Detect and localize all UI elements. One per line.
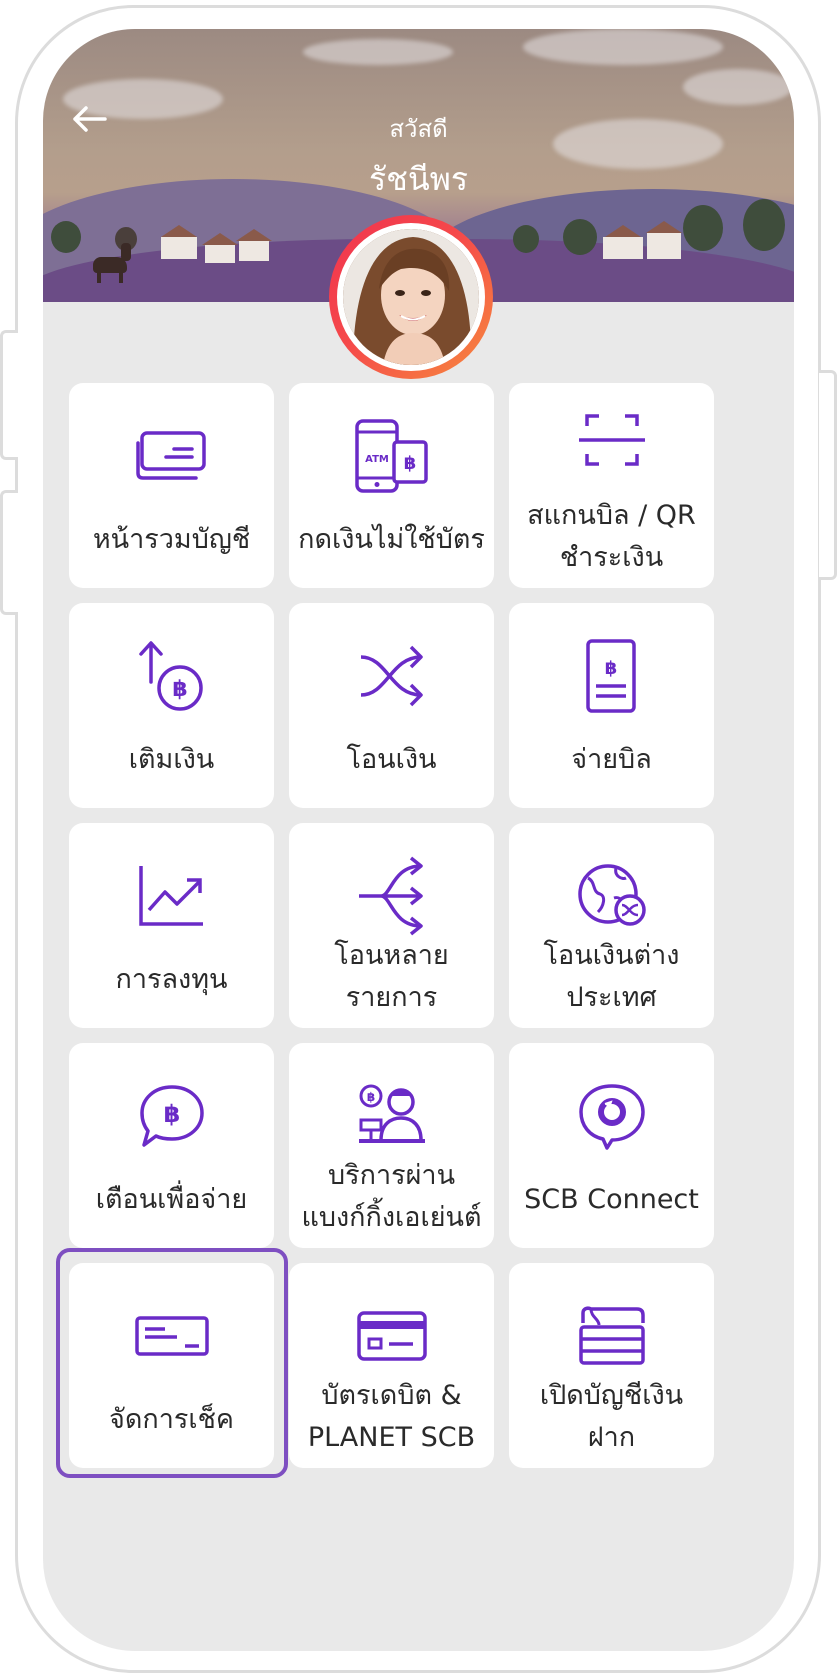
- investment-chart-icon: [138, 866, 203, 926]
- volume-up-button: [0, 330, 18, 460]
- menu-label: โอนเงินต่าง ประเทศ: [543, 940, 680, 1013]
- menu-label: กดเงินไม่ใช้บัตร: [298, 524, 485, 555]
- menu-label: เตือนเพื่อจ่าย: [95, 1184, 248, 1215]
- debit-card-icon: [356, 1311, 427, 1361]
- volume-down-button: [0, 490, 18, 615]
- menu-label: บัตรเดบิต & PLANET SCB: [307, 1380, 476, 1453]
- menu-label: เติมเงิน: [128, 744, 215, 775]
- svg-text:฿: ฿: [172, 677, 187, 702]
- top-up-icon: ฿: [138, 641, 203, 711]
- transfer-icon: [360, 645, 423, 707]
- menu-international-transfer[interactable]: โอนเงินต่าง ประเทศ: [509, 823, 714, 1028]
- menu-scan-bill-qr[interactable]: สแกนบิล / QR ชำระเงิน: [509, 383, 714, 588]
- power-button: [819, 370, 837, 580]
- greeting-text: สวัสดี: [389, 115, 448, 143]
- scan-icon: [578, 414, 645, 466]
- cards-icon: [135, 431, 206, 480]
- svg-text:฿: ฿: [163, 1100, 180, 1128]
- menu-label: โอนเงิน: [346, 744, 437, 775]
- atm-phone-icon: ATM ฿: [354, 419, 428, 493]
- menu-label: บริการผ่าน แบงก์กิ้งเอเย่นต์: [301, 1160, 482, 1233]
- menu-open-deposit-account[interactable]: เปิดบัญชีเงิน ฝาก: [509, 1263, 714, 1468]
- menu-label: สแกนบิล / QR ชำระเงิน: [527, 500, 696, 573]
- bill-icon: ฿: [585, 639, 636, 713]
- multi-transfer-icon: [358, 856, 423, 936]
- menu-multi-transfer[interactable]: โอนหลาย รายการ: [289, 823, 494, 1028]
- menu-cardless-withdrawal[interactable]: ATM ฿ กดเงินไม่ใช้บัตร: [289, 383, 494, 588]
- svg-text:ATM: ATM: [365, 454, 389, 465]
- menu-label: จ่ายบิล: [571, 744, 652, 775]
- menu-investment[interactable]: การลงทุน: [69, 823, 274, 1028]
- menu-label: SCB Connect: [524, 1184, 699, 1215]
- user-name: รัชนีพร: [368, 160, 469, 198]
- menu-debit-card-planet-scb[interactable]: บัตรเดบิต & PLANET SCB: [289, 1263, 494, 1468]
- svg-text:฿: ฿: [604, 658, 617, 679]
- menu-scb-connect[interactable]: SCB Connect: [509, 1043, 714, 1248]
- menu-label: โอนหลาย รายการ: [334, 940, 449, 1013]
- selection-highlight: [56, 1248, 288, 1478]
- menu-label: เปิดบัญชีเงิน ฝาก: [539, 1380, 684, 1453]
- svg-text:฿: ฿: [366, 1090, 374, 1104]
- banking-agent-icon: ฿: [358, 1084, 425, 1143]
- svg-text:฿: ฿: [403, 453, 416, 474]
- menu-banking-agent[interactable]: ฿ บริการผ่าน แบงก์กิ้งเอเย่นต์: [289, 1043, 494, 1248]
- scb-connect-icon: [578, 1084, 645, 1150]
- menu-top-up[interactable]: ฿ เติมเงิน: [69, 603, 274, 808]
- menu-account-summary[interactable]: หน้ารวมบัญชี: [69, 383, 274, 588]
- menu-transfer[interactable]: โอนเงิน: [289, 603, 494, 808]
- menu-label: การลงทุน: [115, 964, 228, 995]
- menu-label: หน้ารวมบัญชี: [92, 524, 251, 555]
- profile-photo: [343, 229, 479, 365]
- menu-pay-bill[interactable]: ฿ จ่ายบิล: [509, 603, 714, 808]
- globe-transfer-icon: [577, 864, 646, 926]
- avatar[interactable]: [329, 215, 493, 379]
- payment-reminder-icon: ฿: [139, 1085, 204, 1147]
- open-account-icon: [578, 1306, 645, 1365]
- menu-payment-reminder[interactable]: ฿ เตือนเพื่อจ่าย: [69, 1043, 274, 1248]
